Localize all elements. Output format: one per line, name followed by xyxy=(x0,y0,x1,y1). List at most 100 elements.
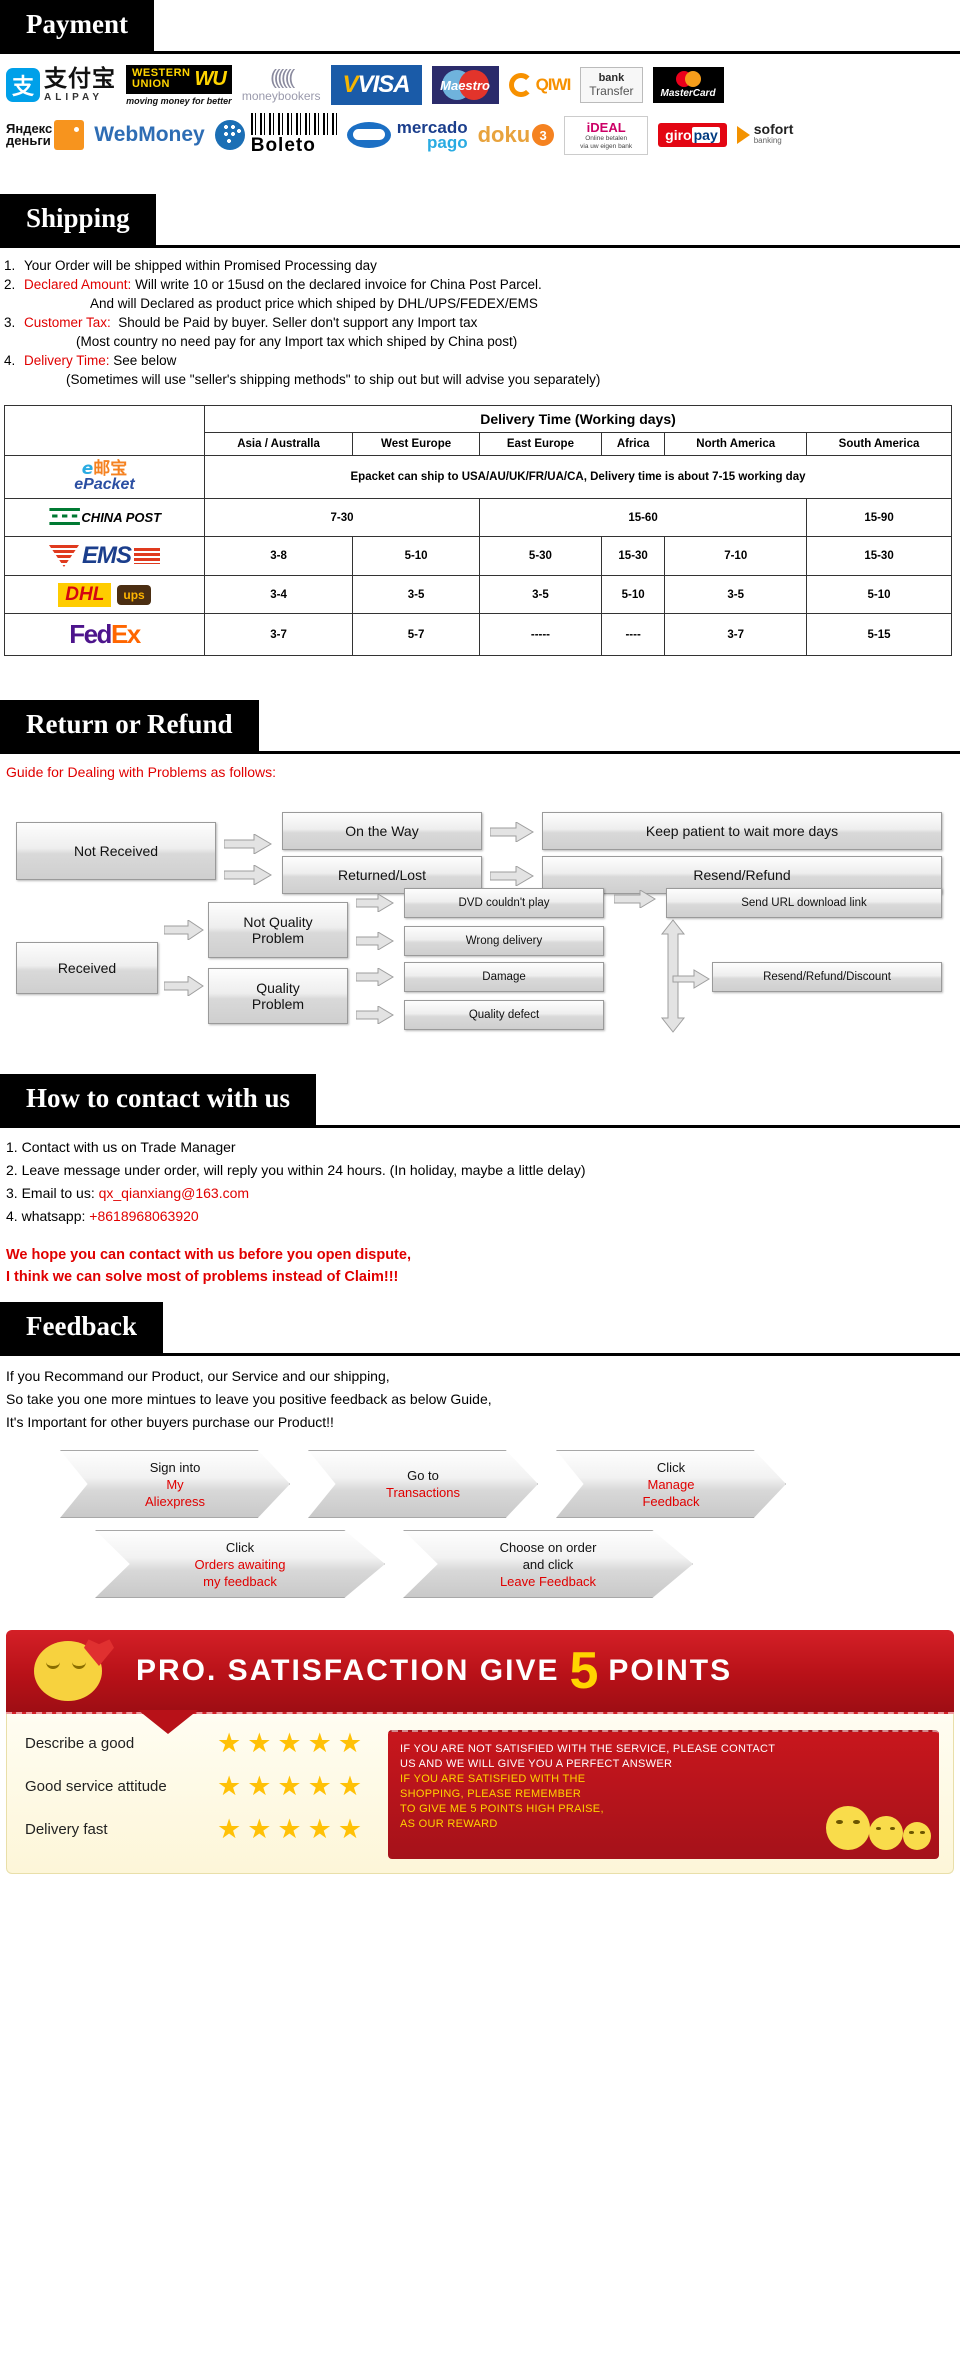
ideal-label: iDEAL xyxy=(586,119,626,135)
item-number: 4. xyxy=(6,1208,18,1224)
shipping-note-item: 1. Your Order will be shipped within Pro… xyxy=(4,256,958,275)
ideal-line3: via uw eigen bank xyxy=(580,142,633,150)
smiley-icon xyxy=(826,1806,871,1850)
bank-transfer-line2: Transfer xyxy=(589,84,634,98)
alipay-cn-label: 支付宝 xyxy=(44,65,116,92)
banner-headline-bar: PRO. SATISFACTION GIVE 5 POINTS xyxy=(6,1630,954,1734)
note-number: 2. xyxy=(4,277,16,292)
header-rule xyxy=(0,1125,960,1128)
feedback-step-3: Click Manage Feedback xyxy=(556,1450,786,1518)
flow-box-send-url: Send URL download link xyxy=(666,888,942,918)
bank-transfer-line1: bank xyxy=(598,72,625,84)
feedback-intro: If you Recommand our Product, our Servic… xyxy=(0,1356,960,1438)
return-title: Return or Refund xyxy=(0,700,259,751)
step-line-2: Orders awaiting xyxy=(194,1556,286,1572)
flow-guide-title: Guide for Dealing with Problems as follo… xyxy=(6,764,277,780)
step-line-2: and click xyxy=(522,1556,574,1572)
delivery-time-table: Delivery Time (Working days) Asia / Aust… xyxy=(4,405,952,656)
giropay-line2: pay xyxy=(691,127,720,143)
ems-icon: EMS xyxy=(4,536,205,576)
message-line: SHOPPING, PLEASE REMEMBER xyxy=(400,1788,582,1800)
mercado-line2: pago xyxy=(426,133,468,152)
sofort-icon: sofort banking xyxy=(736,115,793,155)
ideal-icon: iDEAL Online betalen via uw eigen bank xyxy=(564,115,649,155)
email-address[interactable]: qx_qianxiang@163.com xyxy=(99,1185,249,1201)
arrow-icon xyxy=(490,866,534,886)
feedback-steps-row-1: Sign into My Aliexpress Go to Transactio… xyxy=(0,1438,960,1518)
message-line: IF YOU ARE SATISFIED WITH THE xyxy=(400,1773,586,1785)
rating-list: Describe a good ★★★★★ Good service attit… xyxy=(25,1730,368,1859)
arrow-icon xyxy=(164,920,204,940)
arrow-icon xyxy=(356,894,394,912)
note-text: Will write 10 or 15usd on the declared i… xyxy=(135,277,542,292)
return-section-header: Return or Refund xyxy=(0,700,960,754)
banner-headline-left: PRO. SATISFACTION GIVE xyxy=(136,1654,560,1687)
note-label: Declared Amount: xyxy=(24,277,132,292)
mastercard-label: MasterCard xyxy=(660,88,716,99)
step-line-1: Sign into xyxy=(149,1459,201,1475)
region-header: Asia / Australla xyxy=(203,432,354,456)
flow-box-on-the-way: On the Way xyxy=(282,812,482,850)
message-line: US AND WE WILL GIVE YOU A PERFECT ANSWER xyxy=(400,1758,673,1770)
shipping-note-item: 2. Declared Amount: Will write 10 or 15u… xyxy=(4,275,958,294)
cell-value: 15-30 xyxy=(600,536,666,576)
table-row: Delivery Time (Working days) xyxy=(4,405,952,456)
doku-ball: 3 xyxy=(532,124,555,146)
message-line: IF YOU ARE NOT SATISFIED WITH THE SERVIC… xyxy=(400,1743,776,1755)
cell-value: 15-30 xyxy=(806,536,952,576)
cell-value: 15-60 xyxy=(479,498,808,537)
payment-title: Payment xyxy=(0,0,154,51)
item-text: whatsapp: xyxy=(21,1208,90,1224)
smiley-group-icon xyxy=(826,1806,931,1855)
table-corner-cell xyxy=(4,405,205,456)
shipping-notes: 1. Your Order will be shipped within Pro… xyxy=(0,248,960,399)
flow-box-wrong-delivery: Wrong delivery xyxy=(404,926,604,956)
header-rule xyxy=(0,751,960,754)
intro-line-1: If you Recommand our Product, our Servic… xyxy=(6,1368,390,1384)
western-union-icon: WESTERN UNION WU moving money for better xyxy=(126,64,232,106)
boleto-label: Boleto xyxy=(250,135,316,156)
note-text: (Most country no need pay for any Import… xyxy=(76,334,518,349)
boleto-icon: Boleto xyxy=(214,113,337,156)
visa-icon: VVISA xyxy=(330,65,422,105)
contact-item: 1. Contact with us on Trade Manager xyxy=(6,1136,956,1159)
flow-box-resend-refund-discount: Resend/Refund/Discount xyxy=(712,962,942,992)
maestro-label: Maestro xyxy=(440,77,490,93)
region-header: East Europe xyxy=(479,432,602,456)
contact-items: 1. Contact with us on Trade Manager 2. L… xyxy=(0,1128,960,1232)
item-number: 3. xyxy=(6,1185,18,1201)
alipay-mark: 支 xyxy=(6,68,40,102)
yandex-money-icon: Яндекс деньги xyxy=(6,115,85,155)
note-label: Delivery Time: xyxy=(24,353,110,368)
item-text: Email to us: xyxy=(21,1185,99,1201)
whatsapp-number[interactable]: +8618968063920 xyxy=(89,1208,198,1224)
smiley-icon xyxy=(868,1816,903,1850)
cell-value: 15-90 xyxy=(806,498,952,537)
payment-logos: 支 支付宝 ALIPAY WESTERN UNION WU moving mon… xyxy=(0,54,960,160)
flow-box-quality-defect: Quality defect xyxy=(404,1000,604,1030)
return-flowchart: Not Received On the Way Returned/Lost Ke… xyxy=(6,790,960,1040)
cell-value: 7-10 xyxy=(664,536,808,576)
contact-item-whatsapp: 4. whatsapp: +8618968063920 xyxy=(6,1205,956,1228)
banner-message-box: IF YOU ARE NOT SATISFIED WITH THE SERVIC… xyxy=(388,1730,939,1859)
table-row-chinapost: ΞΞΞ CHINA POST 7-30 15-60 15-90 xyxy=(4,498,952,537)
flow-box-dvd-couldnt-play: DVD couldn't play xyxy=(404,888,604,918)
cell-value: ---- xyxy=(600,613,666,656)
table-row-fedex: FedEx 3-7 5-7 ----- ---- 3-7 5-15 xyxy=(4,613,952,656)
payment-logo-row-1: 支 支付宝 ALIPAY WESTERN UNION WU moving mon… xyxy=(0,60,960,110)
satisfaction-banner: PRO. SATISFACTION GIVE 5 POINTS Describe… xyxy=(6,1630,954,1874)
giropay-line1: giro xyxy=(665,127,692,143)
arrow-icon xyxy=(356,1006,394,1024)
bank-transfer-icon: bank Transfer xyxy=(580,65,643,105)
feedback-section-header: Feedback xyxy=(0,1302,960,1356)
cell-value: 7-30 xyxy=(203,498,481,537)
banner-headline-right: POINTS xyxy=(608,1654,733,1687)
region-header: West Europe xyxy=(352,432,481,456)
giropay-icon: giro pay xyxy=(658,115,727,155)
flow-box-not-received: Not Received xyxy=(16,822,216,880)
header-rule xyxy=(0,1353,960,1356)
banner-body: Describe a good ★★★★★ Good service attit… xyxy=(6,1714,954,1874)
cell-value: 5-30 xyxy=(479,536,602,576)
dhl-ups-icon: DHL ups xyxy=(4,575,205,614)
step-line-2: Transactions xyxy=(386,1485,460,1500)
